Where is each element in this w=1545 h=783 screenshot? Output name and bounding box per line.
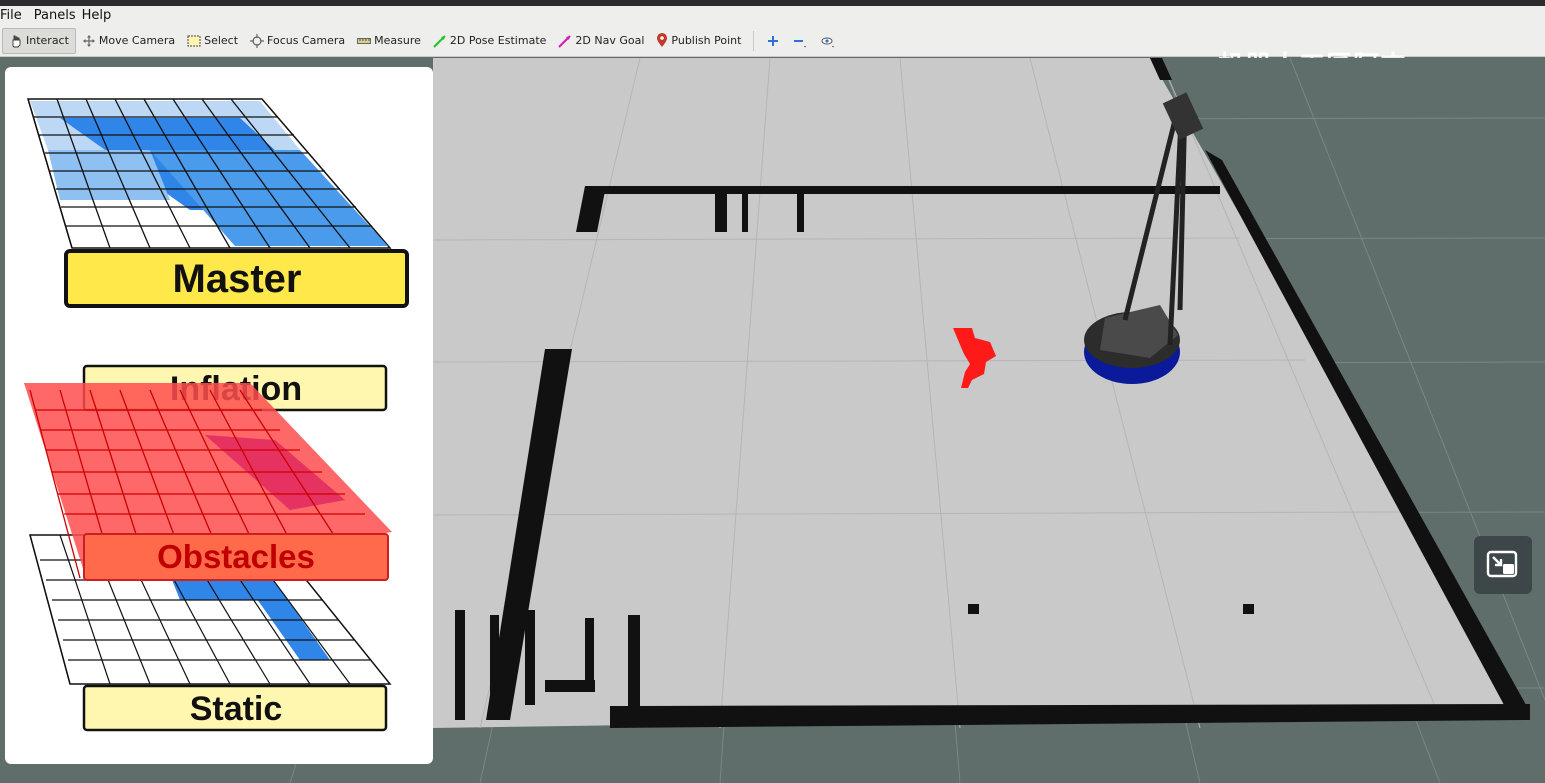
focus-camera-tool-button[interactable]: Focus Camera (244, 28, 351, 54)
menu-bar: File Panels Help (0, 6, 1545, 25)
select-tool-button[interactable]: Select (181, 28, 244, 54)
select-label: Select (204, 34, 239, 47)
map-pin-icon (657, 33, 668, 47)
plus-icon (768, 35, 779, 46)
move-camera-tool-button[interactable]: Move Camera (76, 28, 181, 54)
green-arrow-icon (433, 34, 446, 48)
hand-pointer-icon (12, 35, 21, 47)
exit-pip-button[interactable] (1474, 536, 1532, 594)
move-arrows-icon (82, 34, 95, 47)
measure-tool-button[interactable]: Measure (351, 28, 427, 54)
pose-estimate-label: 2D Pose Estimate (449, 34, 547, 47)
interact-tool-button[interactable]: Interact (2, 27, 76, 54)
nav-goal-tool-button[interactable]: 2D Nav Goal (552, 28, 650, 54)
obstacles-label: Obstacles (157, 538, 315, 575)
minus-icon (794, 39, 807, 47)
focus-crosshair-icon (250, 33, 265, 48)
nav-goal-label: 2D Nav Goal (575, 34, 645, 47)
publish-point-label: Publish Point (671, 34, 742, 47)
static-label: Static (190, 690, 283, 728)
select-box-icon (187, 35, 201, 46)
ruler-icon (357, 37, 372, 44)
publish-point-tool-button[interactable]: Publish Point (650, 28, 747, 54)
add-tool-button[interactable] (760, 28, 786, 54)
menu-panels[interactable]: Panels (34, 8, 82, 23)
pose-estimate-tool-button[interactable]: 2D Pose Estimate (427, 28, 553, 54)
costmap-layers-illustration: Master Inflation (24, 98, 409, 732)
restore-window-icon (1486, 550, 1518, 578)
master-layer-grid (26, 98, 392, 249)
move-camera-label: Move Camera (98, 34, 176, 47)
master-label: Master (173, 257, 302, 301)
costmap-layers-diagram: Master Inflation (5, 67, 433, 764)
measure-label: Measure (374, 34, 421, 47)
magenta-arrow-icon (558, 34, 572, 48)
tools-toolbar: Interact Move Camera Select Focus Camera… (0, 25, 1545, 81)
eye-icon (821, 37, 835, 47)
visibility-tool-button[interactable] (814, 28, 842, 54)
menu-help[interactable]: Help (82, 8, 118, 23)
interact-label: Interact (26, 34, 69, 47)
remove-tool-button[interactable] (786, 28, 814, 54)
menu-file[interactable]: File (0, 8, 28, 23)
focus-camera-label: Focus Camera (267, 34, 346, 47)
toolbar-separator (753, 30, 755, 51)
